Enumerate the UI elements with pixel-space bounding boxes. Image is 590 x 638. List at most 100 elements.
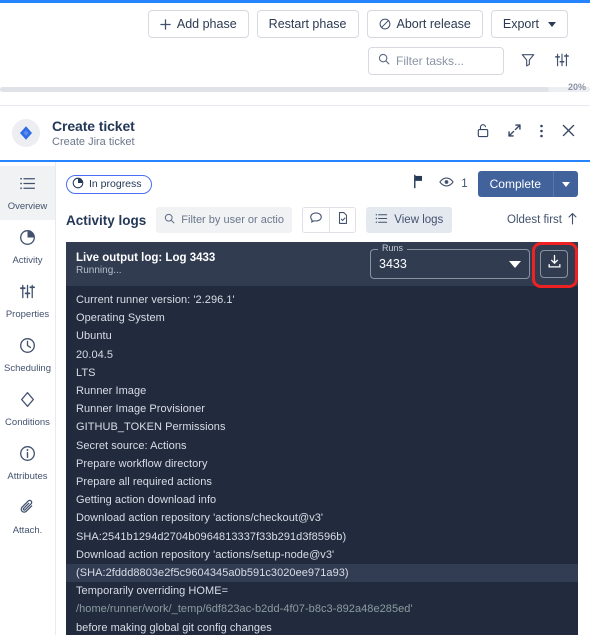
comment-icon	[309, 211, 323, 230]
complete-dropdown-toggle[interactable]	[553, 171, 578, 197]
sliders-icon	[554, 52, 570, 71]
sidebar-item-label: Conditions	[5, 417, 50, 428]
sidebar-item-conditions[interactable]: Conditions	[0, 382, 55, 436]
sidebar-item-label: Attributes	[7, 471, 48, 482]
progress-fill	[0, 87, 549, 92]
restart-phase-button[interactable]: Restart phase	[256, 10, 359, 38]
log-line: Prepare all required actions	[76, 476, 212, 489]
add-phase-button[interactable]: Add phase	[147, 10, 249, 38]
log-line: Current runner version: '2.296.1'	[76, 294, 235, 306]
abort-release-button[interactable]: Abort release	[366, 10, 483, 38]
log-line: before making global git config changes	[76, 621, 272, 634]
view-logs-button[interactable]: View logs	[366, 207, 453, 233]
log-line: Download action repository 'actions/chec…	[76, 512, 324, 525]
log-line: Operating System	[76, 312, 165, 325]
document-filter-button[interactable]	[329, 208, 355, 232]
log-line: Prepare workflow directory	[76, 457, 208, 470]
sidebar-item-label: Scheduling	[3, 363, 51, 374]
restart-phase-label: Restart phase	[268, 17, 347, 31]
funnel-icon	[520, 52, 536, 71]
log-line: Secret source: Actions	[76, 439, 187, 452]
log-line: 20.04.5	[76, 348, 114, 361]
add-phase-label: Add phase	[176, 17, 237, 31]
progress-clock-icon	[72, 177, 84, 192]
chevron-down-icon	[562, 181, 570, 187]
unlock-icon[interactable]	[476, 123, 490, 143]
clock-icon	[19, 337, 36, 359]
download-log-button[interactable]	[532, 242, 578, 288]
console-header-text: Live output log: Log 3433 Running...	[76, 252, 370, 276]
phase-toolbar: Add phase Restart phase Abort release Ex…	[0, 3, 590, 38]
log-type-toggle-group	[302, 207, 357, 233]
watch-count: 1	[461, 178, 468, 190]
log-output: Current runner version: '2.296.1' Operati…	[66, 286, 578, 635]
flag-icon[interactable]	[412, 174, 425, 194]
runs-select-label: Runs	[378, 243, 408, 253]
expand-icon[interactable]	[507, 123, 522, 143]
runs-select-value: 3433	[379, 257, 407, 271]
sidebar-item-attachments[interactable]: Attach.	[0, 490, 55, 544]
task-subtitle: Create Jira ticket	[52, 136, 135, 148]
sidebar-item-label: Properties	[5, 309, 50, 320]
log-line: Download action repository 'actions/setu…	[76, 548, 335, 561]
sidebar-item-properties[interactable]: Properties	[0, 274, 55, 328]
progress-percent-label: 20%	[567, 82, 586, 92]
sidebar-item-activity[interactable]: Activity	[0, 220, 55, 274]
sort-order-button[interactable]: Oldest first	[507, 212, 578, 228]
list-icon	[375, 212, 388, 228]
more-vertical-icon[interactable]	[539, 123, 544, 144]
task-body: Overview Activity Properties Scheduling …	[0, 162, 590, 635]
console-status: Running...	[76, 265, 122, 276]
list-icon	[19, 175, 36, 197]
log-line: LTS	[76, 366, 96, 379]
runs-select[interactable]: Runs 3433	[370, 243, 530, 279]
log-line: Ubuntu	[76, 330, 112, 343]
document-check-icon	[336, 211, 350, 230]
complete-button-label: Complete	[489, 177, 541, 191]
filter-tasks-box[interactable]	[368, 47, 504, 75]
filter-activity-input[interactable]	[181, 214, 285, 226]
log-line: (SHA:2fddd8803e2f5c9604345a0b591c3020ee9…	[66, 564, 578, 583]
log-line: Runner Image Provisioner	[76, 403, 205, 416]
filter-tasks-input[interactable]	[396, 54, 494, 68]
diamond-icon	[19, 391, 36, 413]
funnel-filter-button[interactable]	[518, 50, 538, 73]
task-sidebar: Overview Activity Properties Scheduling …	[0, 162, 56, 635]
sliders-icon	[19, 283, 36, 305]
export-button[interactable]: Export	[490, 10, 568, 38]
complete-button[interactable]: Complete	[477, 171, 578, 197]
chevron-down-icon	[509, 260, 521, 268]
abort-release-label: Abort release	[396, 17, 471, 31]
console-title: Live output log: Log 3433	[76, 252, 216, 264]
console-header: Live output log: Log 3433 Running... Run…	[66, 242, 578, 288]
paperclip-icon	[19, 499, 36, 521]
release-task-panel: Add phase Restart phase Abort release Ex…	[0, 0, 590, 638]
task-header-actions	[476, 123, 576, 144]
export-label: Export	[502, 17, 539, 31]
task-main: In progress 1 Complete Activity logs Fil…	[56, 162, 590, 635]
search-icon	[164, 211, 175, 229]
sidebar-item-label: Attach.	[12, 525, 43, 536]
eye-icon	[439, 175, 454, 193]
log-line: Temporarily overriding HOME=	[76, 585, 229, 598]
log-line: Runner Image	[76, 385, 147, 398]
column-settings-button[interactable]	[552, 50, 572, 73]
search-icon	[378, 52, 390, 70]
status-row: In progress 1 Complete	[66, 170, 578, 198]
task-filter-row	[0, 38, 590, 75]
log-line: Getting action download info	[76, 494, 217, 507]
chevron-down-icon	[548, 21, 556, 27]
status-badge: In progress	[66, 174, 152, 194]
sidebar-item-attributes[interactable]: Attributes	[0, 436, 55, 490]
watcher-group[interactable]: 1	[439, 175, 468, 193]
close-icon[interactable]	[561, 123, 576, 143]
sidebar-item-label: Overview	[7, 201, 48, 212]
sidebar-item-overview[interactable]: Overview	[0, 166, 55, 220]
comment-filter-button[interactable]	[303, 208, 329, 232]
sidebar-item-scheduling[interactable]: Scheduling	[0, 328, 55, 382]
status-badge-label: In progress	[89, 178, 142, 190]
filter-activity-box[interactable]	[156, 207, 293, 233]
log-line: SHA:2541b1294d2704b0964813337f33b291d3f8…	[76, 530, 347, 543]
release-progress: 20%	[0, 82, 590, 99]
arrow-up-icon	[567, 212, 578, 228]
